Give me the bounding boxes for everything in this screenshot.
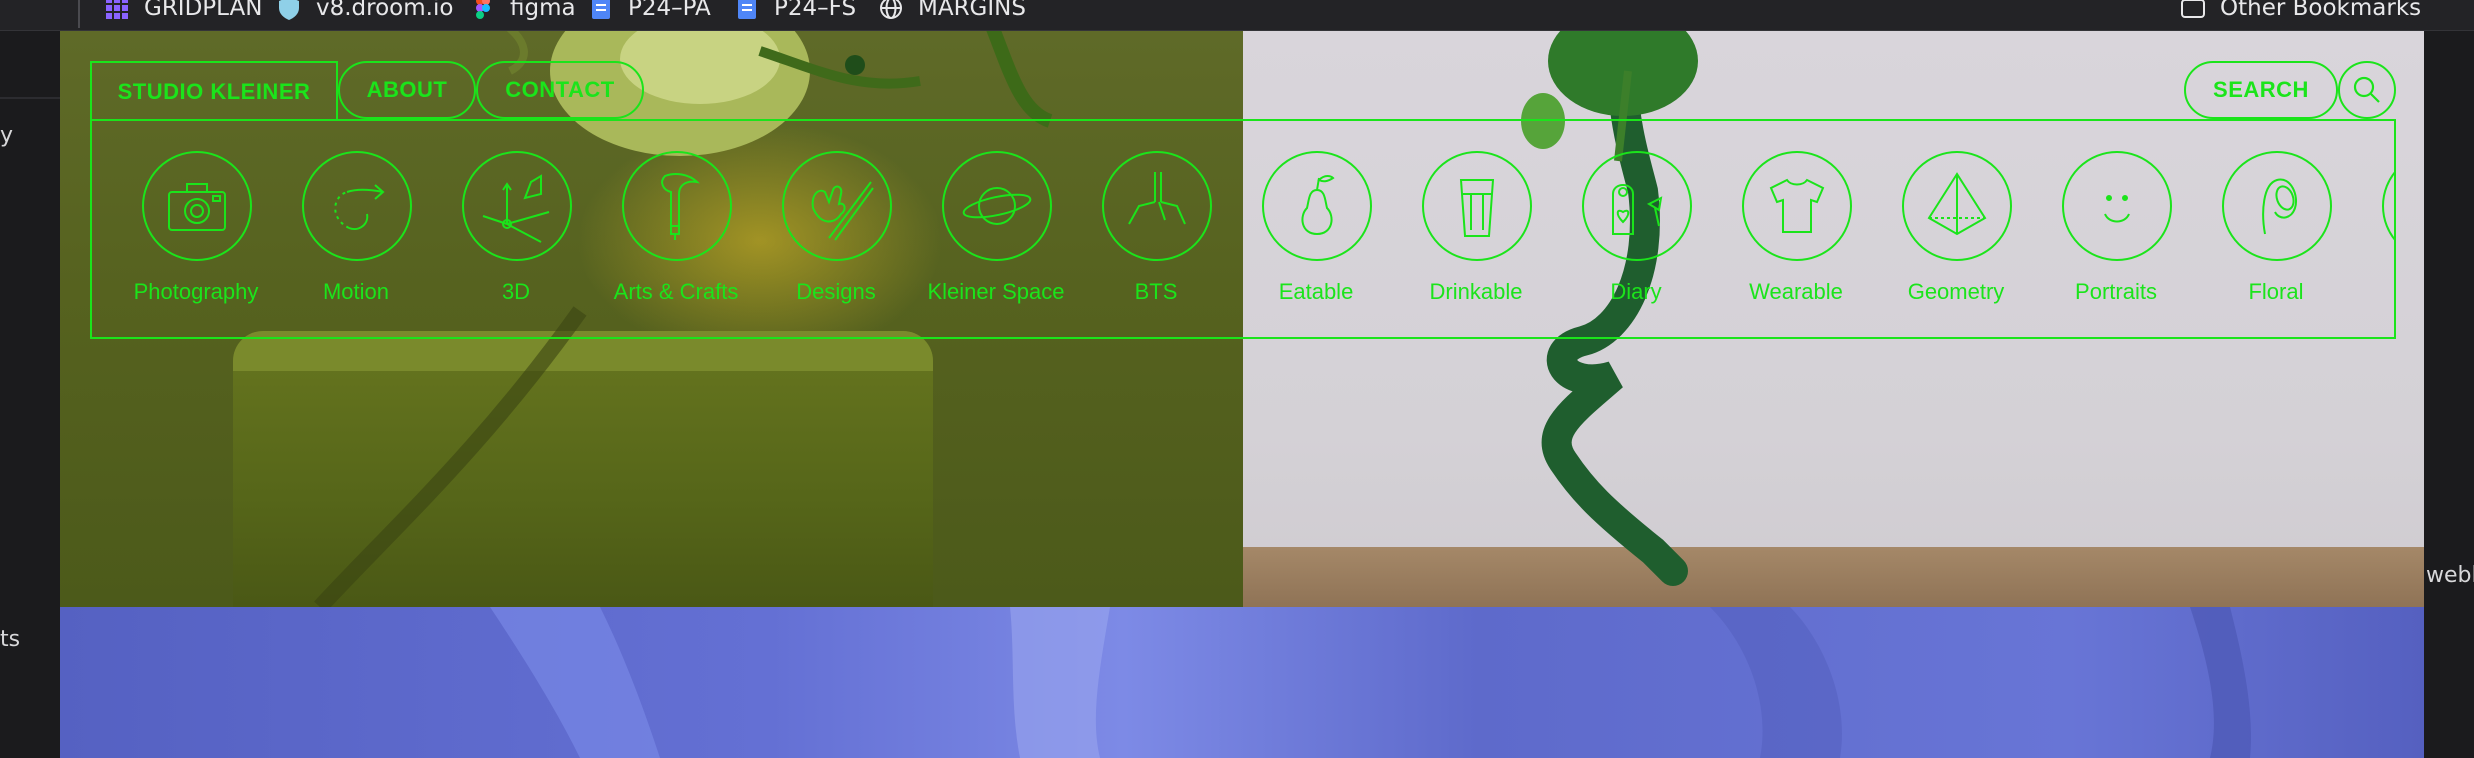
search-button[interactable]: SEARCH	[2184, 61, 2338, 119]
globe-icon	[880, 0, 902, 19]
3d-axes-icon	[482, 174, 550, 243]
tshirt-icon	[1769, 178, 1825, 233]
category-icon-circle	[1902, 151, 2012, 261]
category-icon-circle	[1742, 151, 1852, 261]
fabric-folds	[490, 607, 2251, 758]
bookmark-label: MARGINS	[918, 0, 1026, 21]
category-icon-circle	[622, 151, 732, 261]
category-3d[interactable]: 3D	[436, 151, 596, 311]
category-kleiner-space[interactable]: Kleiner Space	[916, 151, 1076, 311]
category-icon-circle	[1262, 151, 1372, 261]
category-icon-circle	[1422, 151, 1532, 261]
planet-icon	[962, 187, 1032, 225]
category-portraits[interactable]: Portraits	[2036, 151, 2196, 311]
category-icon-circle	[1102, 151, 1212, 261]
bookmark-label: P24–PA	[628, 0, 711, 21]
category-drinkable[interactable]: Drinkable	[1396, 151, 1556, 311]
category-geometry[interactable]: Geometry	[1876, 151, 2036, 311]
figma-icon	[476, 0, 490, 19]
category-icon-circle	[2382, 151, 2394, 261]
category-icon-circle	[142, 151, 252, 261]
smiley-icon	[2104, 195, 2130, 223]
sidebar-divider	[0, 97, 60, 99]
nav-contact-link[interactable]: CONTACT	[476, 61, 644, 119]
shield-icon	[279, 0, 299, 20]
door-hanger-icon	[1612, 184, 1663, 235]
category-label: Floral	[2248, 279, 2304, 304]
right-sidebar-strip: webl	[2424, 31, 2474, 758]
bookmark-label: P24–FS	[774, 0, 857, 21]
category-wearable[interactable]: Wearable	[1716, 151, 1876, 311]
bookmark-v8-droom[interactable]: v8.droom.io	[276, 0, 453, 22]
category-icon-circle	[462, 151, 572, 261]
category-icon-circle	[1582, 151, 1692, 261]
bookmark-gridplan[interactable]: GRIDPLAN	[104, 0, 262, 22]
category-icon-circle	[302, 151, 412, 261]
pear-icon	[1301, 175, 1335, 236]
search-icon	[2353, 76, 2380, 103]
doc-icon	[592, 0, 610, 19]
bookmark-p24-pa[interactable]: P24–PA	[588, 0, 711, 22]
brand-link[interactable]: STUDIO KLEINER	[90, 61, 338, 121]
bookmarks-separator	[78, 0, 80, 28]
hand-pencil-icon	[811, 181, 874, 241]
hammer-icon	[661, 173, 700, 240]
category-icon-circle	[2062, 151, 2172, 261]
other-bookmarks-label: Other Bookmarks	[2220, 0, 2422, 21]
search-icon-button[interactable]	[2338, 61, 2396, 119]
category-arts-crafts[interactable]: Arts & Crafts	[596, 151, 756, 311]
flower-icon	[2262, 178, 2297, 235]
bookmark-label: figma	[510, 0, 576, 21]
motion-arrow-icon	[334, 184, 385, 230]
category-icon-circle	[782, 151, 892, 261]
bookmark-figma[interactable]: figma	[470, 0, 576, 22]
nav-about-link[interactable]: ABOUT	[338, 61, 476, 119]
other-bookmarks[interactable]: Other Bookmarks	[2180, 0, 2421, 22]
sidebar-text-fragment: webl	[2426, 563, 2474, 588]
glass-icon	[1459, 179, 1495, 237]
website-viewport: STUDIO KLEINER ABOUT CONTACT SEARCH Phot…	[60, 31, 2424, 758]
category-bts[interactable]: BTS	[1076, 151, 1236, 311]
category-designs[interactable]: Designs	[756, 151, 916, 311]
category-menu: Photography Motion 3D Arts & Crafts Desi…	[90, 119, 2396, 339]
light-stand-icon	[1128, 172, 1186, 225]
category-motion[interactable]: Motion	[276, 151, 436, 311]
pyramid-icon	[1927, 172, 1987, 236]
category-icon-circle	[2222, 151, 2332, 261]
folder-icon	[2181, 0, 2205, 18]
category-floral[interactable]: Floral	[2196, 151, 2356, 311]
camera-icon	[168, 183, 226, 231]
left-sidebar-strip: y ts	[0, 31, 60, 758]
bookmark-label: v8.droom.io	[316, 0, 454, 21]
bookmark-margins[interactable]: MARGINS	[878, 0, 1026, 22]
category-eatable[interactable]: Eatable	[1236, 151, 1396, 311]
bookmark-p24-fs[interactable]: P24–FS	[734, 0, 856, 22]
category-photography[interactable]: Photography	[116, 151, 276, 311]
category-diary[interactable]: Diary	[1556, 151, 1716, 311]
sidebar-text-fragment: ts	[0, 627, 21, 652]
bookmarks-bar: GRIDPLAN v8.droom.io figma P24–PA P24–FS…	[0, 0, 2474, 31]
bookmark-label: GRIDPLAN	[144, 0, 263, 21]
doc-icon	[738, 0, 756, 19]
grid-icon	[106, 0, 128, 19]
category-next-partial[interactable]	[2356, 151, 2394, 311]
category-icon-circle	[942, 151, 1052, 261]
sidebar-text-fragment: y	[0, 123, 14, 148]
